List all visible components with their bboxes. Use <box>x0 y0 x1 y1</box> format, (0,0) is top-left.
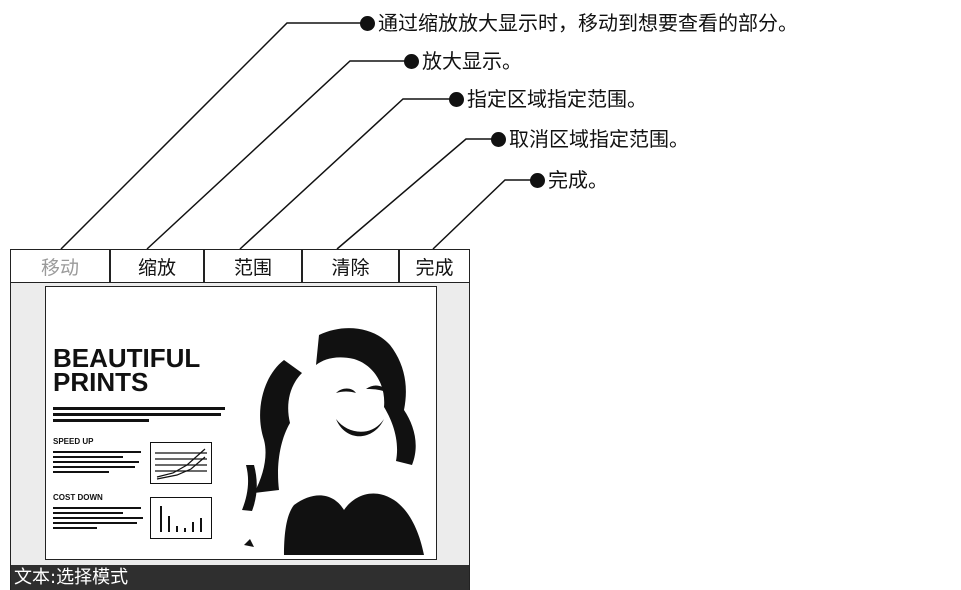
callout-zoom-text: 放大显示。 <box>422 49 522 73</box>
callout-move: 通过缩放放大显示时，移动到想要查看的部分。 <box>360 11 798 35</box>
bullet-icon <box>360 16 375 31</box>
leader-line-range <box>239 98 453 250</box>
preview-photo <box>242 328 424 555</box>
callout-range-text: 指定区域指定范围。 <box>467 87 647 111</box>
callout-done: 完成。 <box>530 168 608 192</box>
status-text: 文本:选择模式 <box>14 567 129 588</box>
preview-section2-head: COST DOWN <box>53 493 103 502</box>
preview-title-line2: PRINTS <box>53 367 149 397</box>
callout-layer: 通过缩放放大显示时，移动到想要查看的部分。 放大显示。 指定区域指定范围。 取消… <box>0 0 961 250</box>
tab-move[interactable]: 移动 <box>11 250 111 282</box>
document-preview[interactable]: BEAUTIFUL PRINTS SPEED UP COST DOWN <box>45 286 437 560</box>
bullet-icon <box>449 92 464 107</box>
tab-zoom[interactable]: 缩放 <box>111 250 205 282</box>
device-screen: 移动 缩放 范围 清除 完成 BEAUTIFUL PRINTS SPEED UP <box>10 249 470 590</box>
callout-clear-text: 取消区域指定范围。 <box>509 127 689 151</box>
callout-clear: 取消区域指定范围。 <box>491 127 689 151</box>
callout-leader-lines <box>60 22 535 250</box>
preview-title: BEAUTIFUL PRINTS <box>53 345 200 397</box>
tab-clear[interactable]: 清除 <box>303 250 400 282</box>
preview-section1-head: SPEED UP <box>53 437 94 446</box>
tab-done[interactable]: 完成 <box>400 250 469 282</box>
bullet-icon <box>530 173 545 188</box>
callout-done-text: 完成。 <box>548 168 608 192</box>
leader-line-clear <box>336 138 494 250</box>
toolbar: 移动 缩放 范围 清除 完成 <box>11 250 469 283</box>
leader-line-done <box>432 179 535 250</box>
bullet-icon <box>491 132 506 147</box>
bullet-icon <box>404 54 419 69</box>
callout-zoom: 放大显示。 <box>404 49 522 73</box>
status-bar: 文本:选择模式 <box>11 565 469 590</box>
preview-line-chart-icon <box>150 442 212 484</box>
callout-range: 指定区域指定范围。 <box>449 87 647 111</box>
preview-bar-chart-icon <box>150 497 212 539</box>
tab-range[interactable]: 范围 <box>205 250 303 282</box>
leader-line-move <box>60 22 362 250</box>
callout-move-text: 通过缩放放大显示时，移动到想要查看的部分。 <box>378 11 798 35</box>
